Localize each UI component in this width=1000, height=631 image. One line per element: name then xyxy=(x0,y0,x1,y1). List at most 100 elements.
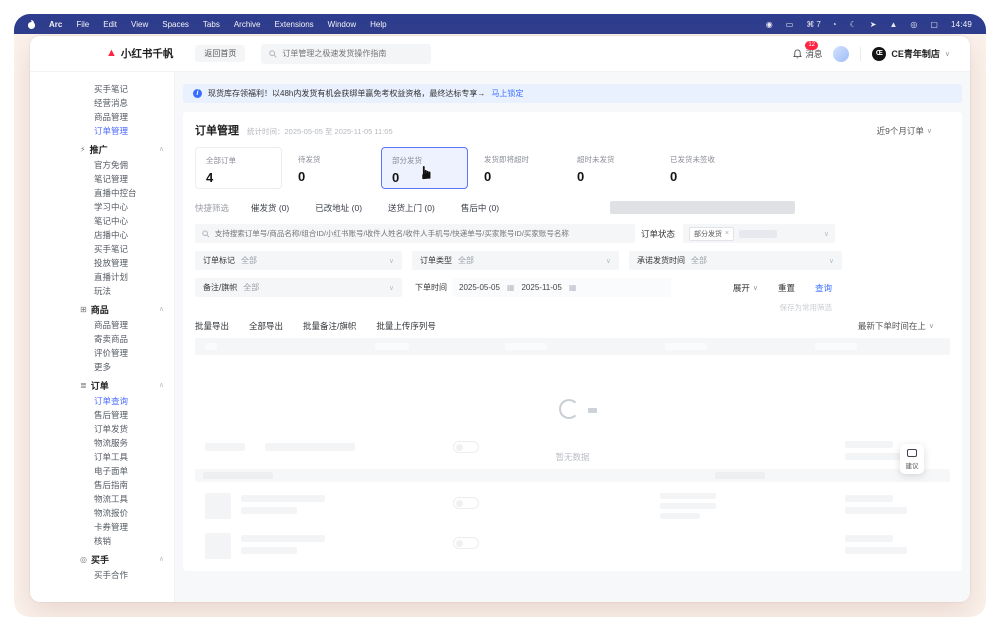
expand-filters-button[interactable]: 展开 ∨ xyxy=(733,282,758,294)
sidebar-item[interactable]: 卡券管理 xyxy=(30,520,174,534)
sidebar-item[interactable]: 售后管理 xyxy=(30,408,174,422)
sidebar-item[interactable]: 物流服务 xyxy=(30,436,174,450)
menubar-item[interactable]: File xyxy=(76,20,89,29)
back-home-button[interactable]: 返回首页 xyxy=(195,45,245,62)
sidebar-item[interactable]: 官方免佣 xyxy=(30,158,174,172)
sidebar-item[interactable]: 商品管理 xyxy=(30,318,174,332)
sidebar-item[interactable]: 笔记管理 xyxy=(30,172,174,186)
menubar-item[interactable]: Edit xyxy=(103,20,117,29)
feedback-widget[interactable]: 建议 xyxy=(900,444,924,474)
sort-select[interactable]: 最新下单时间在上 ∨ xyxy=(858,320,934,332)
order-range-select[interactable]: 近9个月订单 ∨ xyxy=(877,125,932,137)
messages-button[interactable]: 消息 12 xyxy=(793,48,822,60)
batch-action-link[interactable]: 批量备注/旗帜 xyxy=(303,320,356,332)
menubar-item[interactable]: Tabs xyxy=(203,20,220,29)
order-mark-select[interactable]: 订单标记 全部 ∨ xyxy=(195,251,402,270)
quick-filter-tab[interactable]: 送货上门 (0) xyxy=(388,202,435,214)
banner-link[interactable]: 马上锁定 xyxy=(491,88,523,99)
record-icon[interactable]: ◉ xyxy=(766,20,775,29)
menubar-item[interactable]: Archive xyxy=(234,20,261,29)
shop-switcher[interactable]: Œ CE青年制店 ∨ xyxy=(872,47,950,61)
quick-filter-tab[interactable]: 催发货 (0) xyxy=(251,202,289,214)
eye-icon[interactable]: ◔ xyxy=(832,20,839,29)
sidebar-item[interactable]: 笔记中心 xyxy=(30,214,174,228)
menubar-item[interactable]: Help xyxy=(370,20,386,29)
input-source-icon[interactable]: ⌘7 xyxy=(806,20,820,29)
sidebar-item[interactable]: 商品管理 xyxy=(30,110,174,124)
calendar-icon[interactable]: ▦ xyxy=(569,283,577,292)
menubar-item[interactable]: Window xyxy=(328,20,356,29)
order-status-label: 订单状态 xyxy=(641,228,675,240)
order-status-select[interactable]: 部分发货 × ∨ xyxy=(683,224,835,243)
batch-action-link[interactable]: 批量导出 xyxy=(195,320,229,332)
sidebar-item[interactable]: 物流报价 xyxy=(30,506,174,520)
remove-tag-icon[interactable]: × xyxy=(725,230,729,237)
sidebar-item[interactable]: 店播中心 xyxy=(30,228,174,242)
order-type-select[interactable]: 订单类型 全部 ∨ xyxy=(412,251,619,270)
stat-card[interactable]: 全部订单 4 xyxy=(195,147,282,189)
menubar-item[interactable]: Extensions xyxy=(275,20,314,29)
query-button[interactable]: 查询 xyxy=(815,282,832,294)
sidebar-item[interactable]: 直播中控台 xyxy=(30,186,174,200)
display-icon[interactable]: ▢ xyxy=(930,20,940,29)
sidebar-group-header[interactable]: ⚡推广∧ xyxy=(30,143,174,157)
batch-action-link[interactable]: 全部导出 xyxy=(249,320,283,332)
qianfan-logo[interactable]: ▲ 小红书千帆 xyxy=(106,46,173,61)
save-filter-hint[interactable]: 保存为常用筛选 xyxy=(195,302,950,313)
stat-card[interactable]: 超时未发货 0 xyxy=(567,147,654,189)
sidebar-item[interactable]: 更多 xyxy=(30,360,174,374)
bag-icon[interactable]: ▲ xyxy=(890,20,900,29)
date-from-input[interactable]: 2025-05-05 xyxy=(459,283,500,292)
quick-filter-tab[interactable]: 售后中 (0) xyxy=(461,202,499,214)
sidebar-group-header[interactable]: ⊞商品∧ xyxy=(30,303,174,317)
banner-text: 现货库存领福利！以48h内发货有机会获绑单赢免考权益资格，最终达标专享→ xyxy=(208,88,485,99)
order-status-tag[interactable]: 部分发货 × xyxy=(689,227,734,241)
stat-card[interactable]: 已发货未签收 0 xyxy=(660,147,747,189)
sidebar-item[interactable]: 核销 xyxy=(30,534,174,548)
sidebar-item[interactable]: 经营消息 xyxy=(30,96,174,110)
sidebar-item[interactable]: 玩法 xyxy=(30,284,174,298)
menubar-item[interactable]: View xyxy=(131,20,148,29)
calendar-icon[interactable]: ▦ xyxy=(507,283,515,292)
sidebar-item[interactable]: 评价管理 xyxy=(30,346,174,360)
batch-action-link[interactable]: 批量上传序列号 xyxy=(376,320,436,332)
sidebar-item[interactable]: 买手笔记 xyxy=(30,82,174,96)
apple-menu-icon[interactable] xyxy=(28,20,36,29)
order-search-input[interactable] xyxy=(215,229,628,238)
remark-flag-select[interactable]: 备注/旗帜 全部 ∨ xyxy=(195,278,402,297)
screen: Arc File Edit View Spaces Tabs Archive E… xyxy=(14,14,986,617)
sidebar-item[interactable]: 买手合作 xyxy=(30,568,174,582)
bird-icon[interactable]: ➤ xyxy=(870,20,879,29)
sidebar-item[interactable]: 订单查询 xyxy=(30,394,174,408)
reset-button[interactable]: 重置 xyxy=(778,282,795,294)
menubar-item[interactable]: Spaces xyxy=(162,20,189,29)
sidebar-item[interactable]: 投放管理 xyxy=(30,256,174,270)
sidebar-item[interactable]: 寄卖商品 xyxy=(30,332,174,346)
sidebar-item[interactable]: 直播计划 xyxy=(30,270,174,284)
menubar-item[interactable]: Arc xyxy=(49,20,62,29)
moon-icon[interactable]: ☾ xyxy=(850,20,859,29)
service-avatar[interactable] xyxy=(833,46,849,62)
stat-card[interactable]: 发货即将超时 0 xyxy=(474,147,561,189)
sidebar-item[interactable]: 学习中心 xyxy=(30,200,174,214)
header-search-input[interactable] xyxy=(282,49,423,58)
sidebar-item[interactable]: 订单工具 xyxy=(30,450,174,464)
menubar-clock[interactable]: 14:49 xyxy=(951,20,972,29)
menubar-menus: Arc File Edit View Spaces Tabs Archive E… xyxy=(49,20,387,29)
sidebar-group-header[interactable]: ◎买手∧ xyxy=(30,553,174,567)
sidebar-item[interactable]: 电子面单 xyxy=(30,464,174,478)
sidebar-item[interactable]: 物流工具 xyxy=(30,492,174,506)
sidebar-item[interactable]: 售后指南 xyxy=(30,478,174,492)
header-search-box[interactable] xyxy=(261,44,431,64)
stat-card[interactable]: 待发货 0 xyxy=(288,147,375,189)
quick-filter-tab[interactable]: 已改地址 (0) xyxy=(315,202,362,214)
promise-time-select[interactable]: 承诺发货时间 全部 ∨ xyxy=(629,251,842,270)
order-search-box[interactable] xyxy=(195,224,635,243)
sidebar-item[interactable]: 订单发货 xyxy=(30,422,174,436)
sidebar-item[interactable]: 买手笔记 xyxy=(30,242,174,256)
compass-icon[interactable]: ◎ xyxy=(910,20,919,29)
sidebar-group-header[interactable]: ≣订单∧ xyxy=(30,379,174,393)
date-to-input[interactable]: 2025-11-05 xyxy=(521,283,561,292)
chat-bubble-icon[interactable]: ▭ xyxy=(786,20,796,29)
sidebar-item[interactable]: 订单管理 xyxy=(30,124,174,138)
